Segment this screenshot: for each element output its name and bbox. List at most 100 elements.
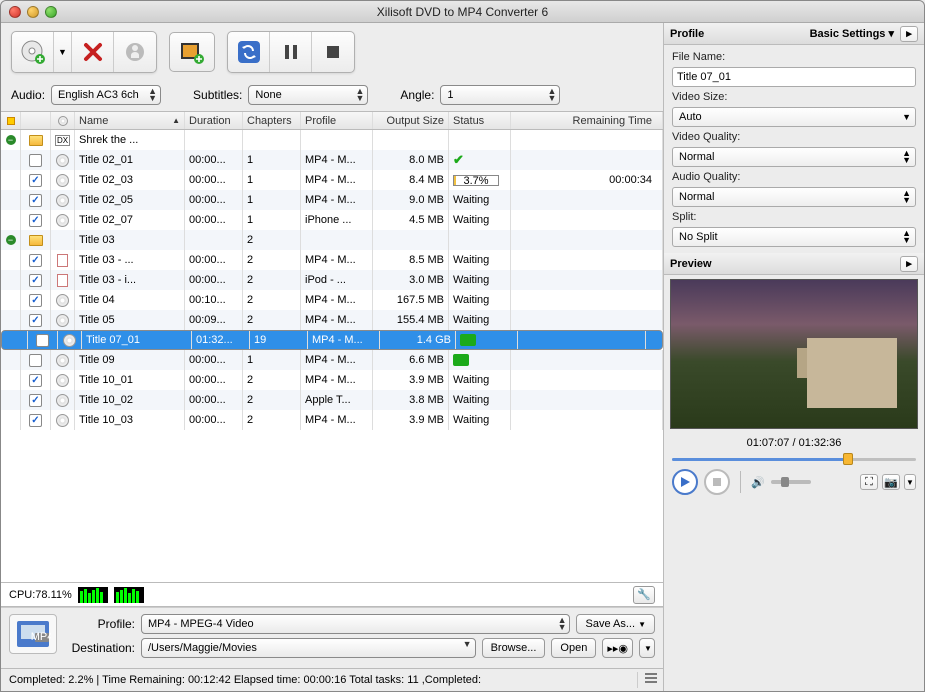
folder-icon	[29, 135, 43, 146]
filename-input[interactable]: Title 07_01	[672, 67, 916, 87]
table-row[interactable]: Title 02_0500:00...1MP4 - M...9.0 MBWait…	[1, 190, 663, 210]
row-checkbox[interactable]	[36, 334, 49, 347]
preview-viewport[interactable]	[670, 279, 918, 429]
delete-button[interactable]	[72, 32, 114, 72]
col-name[interactable]: Name▲	[75, 112, 185, 129]
row-checkbox[interactable]	[29, 254, 42, 267]
info-icon	[124, 41, 146, 63]
convert-button[interactable]	[228, 32, 270, 72]
row-size: 9.0 MB	[373, 190, 449, 210]
table-row[interactable]: Title 10_0200:00...2Apple T...3.8 MBWait…	[1, 390, 663, 410]
basic-settings-toggle[interactable]: Basic Settings ▾	[810, 27, 894, 40]
row-checkbox[interactable]	[29, 354, 42, 367]
info-button[interactable]	[114, 32, 156, 72]
audioquality-select[interactable]: Normal▲▼	[672, 187, 916, 207]
window-title: Xilisoft DVD to MP4 Converter 6	[1, 5, 924, 19]
row-checkbox[interactable]	[29, 154, 42, 167]
snapshot-dropdown[interactable]: ▼	[904, 474, 916, 490]
col-check[interactable]	[21, 112, 51, 129]
save-as-button[interactable]: Save As... ▼	[576, 614, 655, 634]
col-chapters[interactable]: Chapters	[243, 112, 301, 129]
preview-play-button[interactable]	[672, 469, 698, 495]
row-profile: MP4 - M...	[301, 370, 373, 390]
col-status[interactable]: Status	[449, 112, 511, 129]
row-duration: 00:00...	[185, 190, 243, 210]
preview-slider-thumb[interactable]	[843, 453, 853, 465]
row-checkbox[interactable]	[29, 294, 42, 307]
row-duration: 00:00...	[185, 150, 243, 170]
col-profile[interactable]: Profile	[301, 112, 373, 129]
add-disc-button[interactable]	[12, 32, 54, 72]
table-row[interactable]: Title 10_0300:00...2MP4 - M...3.9 MBWait…	[1, 410, 663, 430]
open-button[interactable]: Open	[551, 638, 596, 658]
fullscreen-button[interactable]: ⛶	[860, 474, 878, 490]
row-duration: 00:00...	[185, 410, 243, 430]
table-row[interactable]: Title 07_0101:32...19MP4 - M...1.4 GB	[1, 330, 663, 350]
preview-expand-button[interactable]: ▸	[900, 256, 918, 272]
status-list-icon[interactable]	[637, 672, 655, 688]
table-row[interactable]: Title 03 - i...00:00...2iPod - ...3.0 MB…	[1, 270, 663, 290]
row-duration: 00:00...	[185, 370, 243, 390]
row-size: 8.4 MB	[373, 170, 449, 190]
row-remaining	[511, 230, 663, 250]
add-disc-dropdown[interactable]: ▼	[54, 32, 72, 72]
row-checkbox[interactable]	[29, 174, 42, 187]
row-checkbox[interactable]	[29, 414, 42, 427]
videoquality-select[interactable]: Normal▲▼	[672, 147, 916, 167]
split-select[interactable]: No Split▲▼	[672, 227, 916, 247]
collapse-icon[interactable]: −	[6, 135, 16, 145]
add-clip-button[interactable]	[169, 32, 215, 72]
row-checkbox[interactable]	[29, 214, 42, 227]
skip-dropdown[interactable]: ▼	[639, 638, 655, 658]
volume-slider[interactable]	[771, 480, 811, 484]
row-name: Title 04	[75, 290, 185, 310]
row-status: Waiting	[449, 190, 511, 210]
preview-slider[interactable]	[672, 453, 916, 465]
table-row[interactable]: Title 02_0300:00...1MP4 - M...8.4 MB3.7%…	[1, 170, 663, 190]
skip-forward-button[interactable]: ▸▸◉	[602, 638, 633, 658]
col-icon[interactable]	[51, 112, 75, 129]
browse-button[interactable]: Browse...	[482, 638, 546, 658]
snapshot-button[interactable]: 📷	[882, 474, 900, 490]
videosize-select[interactable]: Auto▼	[672, 107, 916, 127]
preview-stop-button[interactable]	[704, 469, 730, 495]
table-row[interactable]: Title 03 - ...00:00...2MP4 - M...8.5 MBW…	[1, 250, 663, 270]
table-row[interactable]: Title 0900:00...1MP4 - M...6.6 MB	[1, 350, 663, 370]
table-row[interactable]: −DXShrek the ...	[1, 130, 663, 150]
collapse-icon[interactable]: −	[6, 235, 16, 245]
table-row[interactable]: −Title 032	[1, 230, 663, 250]
row-chapters: 2	[243, 290, 301, 310]
table-row[interactable]: Title 0400:10...2MP4 - M...167.5 MBWaiti…	[1, 290, 663, 310]
row-checkbox[interactable]	[29, 274, 42, 287]
profile-select[interactable]: MP4 - MPEG-4 Video▲▼	[141, 614, 570, 634]
row-status	[456, 331, 518, 349]
table-row[interactable]: Title 10_0100:00...2MP4 - M...3.9 MBWait…	[1, 370, 663, 390]
cpu-label: CPU:78.11%	[9, 589, 72, 601]
col-remaining[interactable]: Remaining Time	[511, 112, 663, 129]
col-duration[interactable]: Duration	[185, 112, 243, 129]
row-checkbox[interactable]	[29, 314, 42, 327]
row-checkbox[interactable]	[29, 374, 42, 387]
row-profile	[301, 230, 373, 250]
settings-wrench-button[interactable]: 🔧	[633, 586, 655, 604]
row-checkbox[interactable]	[29, 394, 42, 407]
table-row[interactable]: Title 02_0700:00...1iPhone ...4.5 MBWait…	[1, 210, 663, 230]
list-icon	[644, 672, 658, 684]
disc-icon	[56, 394, 69, 407]
pause-button[interactable]	[270, 32, 312, 72]
stop-button[interactable]	[312, 32, 354, 72]
col-expand[interactable]	[1, 112, 21, 129]
destination-select[interactable]: /Users/Maggie/Movies▼	[141, 638, 476, 658]
col-output-size[interactable]: Output Size	[373, 112, 449, 129]
row-profile: MP4 - M...	[301, 170, 373, 190]
subtitles-select[interactable]: None▲▼	[248, 85, 368, 105]
row-checkbox[interactable]	[29, 194, 42, 207]
table-row[interactable]: Title 0500:09...2MP4 - M...155.4 MBWaiti…	[1, 310, 663, 330]
angle-select[interactable]: 1▲▼	[440, 85, 560, 105]
cpu-bar: CPU:78.11% 🔧	[1, 583, 663, 607]
profile-panel-expand-button[interactable]: ▸	[900, 26, 918, 42]
table-row[interactable]: Title 02_0100:00...1MP4 - M...8.0 MB✔	[1, 150, 663, 170]
table-body[interactable]: −DXShrek the ...Title 02_0100:00...1MP4 …	[1, 130, 663, 582]
volume-icon[interactable]: 🔊	[751, 476, 765, 489]
audio-select[interactable]: English AC3 6ch▲▼	[51, 85, 161, 105]
